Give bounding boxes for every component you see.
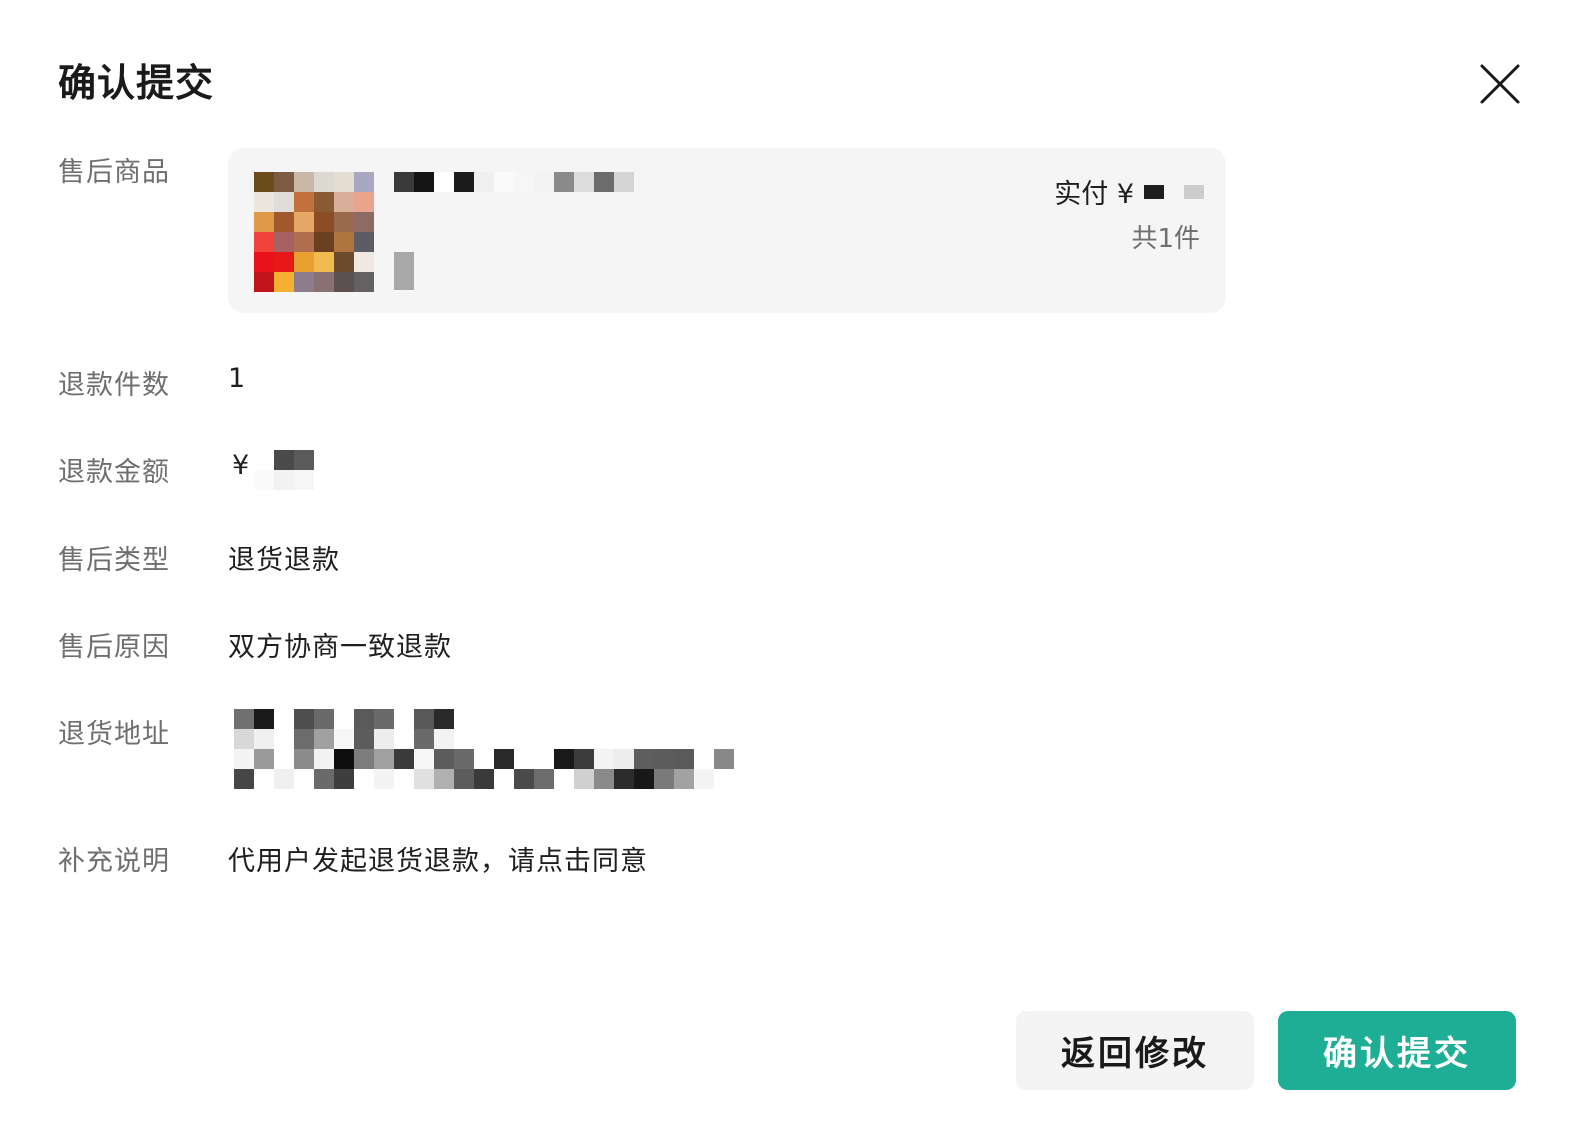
paid-label: 实付 ¥ [1054, 179, 1134, 210]
return-address-masked [234, 709, 774, 789]
product-label: 售后商品 [58, 157, 170, 188]
after-sale-reason-label: 售后原因 [58, 632, 170, 663]
paid-amount: 实付 ¥ [1054, 172, 1204, 211]
refund-currency: ¥ [232, 450, 251, 481]
confirm-submit-dialog: 确认提交 售后商品 实付 ¥ 共1件 退款件数 1 退款金额 ¥ 售后类型 退货… [0, 0, 1580, 1140]
product-sku-masked [394, 252, 414, 290]
paid-amount-masked [1144, 184, 1204, 199]
product-card: 实付 ¥ 共1件 [228, 148, 1226, 313]
confirm-submit-button[interactable]: 确认提交 [1278, 1011, 1516, 1090]
note-label: 补充说明 [58, 846, 170, 877]
product-thumbnail [254, 172, 374, 292]
note-value: 代用户发起退货退款，请点击同意 [228, 846, 648, 877]
after-sale-type-value: 退货退款 [228, 545, 340, 576]
back-edit-button[interactable]: 返回修改 [1016, 1011, 1254, 1090]
after-sale-type-label: 售后类型 [58, 545, 170, 576]
refund-amount-masked [254, 450, 314, 490]
return-address-label: 退货地址 [58, 719, 170, 750]
after-sale-reason-value: 双方协商一致退款 [228, 632, 452, 663]
refund-amount-label: 退款金额 [58, 457, 170, 488]
item-count: 共1件 [1131, 224, 1200, 254]
refund-qty-label: 退款件数 [58, 370, 170, 401]
refund-qty-value: 1 [228, 363, 247, 394]
dialog-title: 确认提交 [58, 61, 215, 105]
product-name-masked [394, 172, 644, 210]
close-icon[interactable] [1478, 62, 1522, 106]
